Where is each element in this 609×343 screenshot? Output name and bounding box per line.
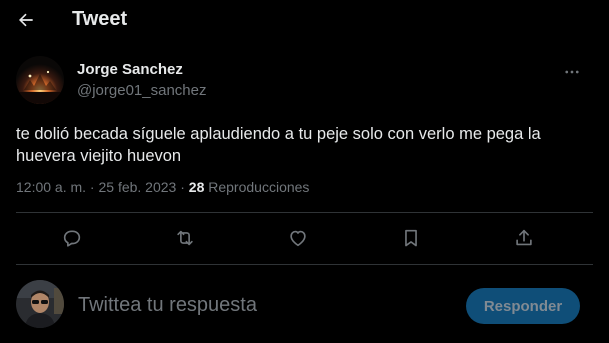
reply-button[interactable] — [58, 224, 86, 252]
tweet-actions — [0, 224, 609, 252]
divider-bottom — [16, 264, 593, 265]
tweet-meta: 12:00 a. m. · 25 feb. 2023 · 28 Reproduc… — [16, 179, 309, 195]
avatar-image — [16, 56, 64, 104]
author-avatar[interactable] — [16, 56, 64, 104]
tweet-text: te dolió becada síguele aplaudiendo a tu… — [16, 125, 541, 165]
like-button[interactable] — [284, 224, 312, 252]
bookmark-icon — [405, 229, 417, 247]
views-label: Reproducciones — [204, 179, 310, 195]
arrow-left-icon — [19, 13, 33, 27]
reply-input[interactable] — [78, 291, 438, 319]
bookmark-button[interactable] — [397, 224, 425, 252]
avatar-image — [16, 280, 64, 328]
share-button[interactable] — [510, 224, 538, 252]
retweet-button[interactable] — [171, 224, 199, 252]
author-handle[interactable]: @jorge01_sanchez — [77, 82, 206, 99]
reply-submit-button[interactable]: Responder — [466, 288, 580, 324]
comment-icon — [63, 230, 81, 247]
more-options-button[interactable] — [560, 60, 584, 84]
current-user-avatar[interactable] — [16, 280, 64, 328]
divider-top — [16, 212, 593, 213]
author-name[interactable]: Jorge Sanchez — [77, 61, 183, 78]
retweet-icon — [177, 230, 193, 246]
header: Tweet — [0, 0, 609, 40]
views-count: 28 — [188, 179, 205, 195]
more-dots-icon — [565, 70, 579, 74]
page-title: Tweet — [72, 8, 128, 30]
heart-icon — [290, 230, 306, 247]
share-icon — [516, 229, 532, 246]
back-button[interactable] — [14, 8, 38, 32]
tweet-timestamp[interactable]: 12:00 a. m. · 25 feb. 2023 · — [16, 179, 189, 195]
